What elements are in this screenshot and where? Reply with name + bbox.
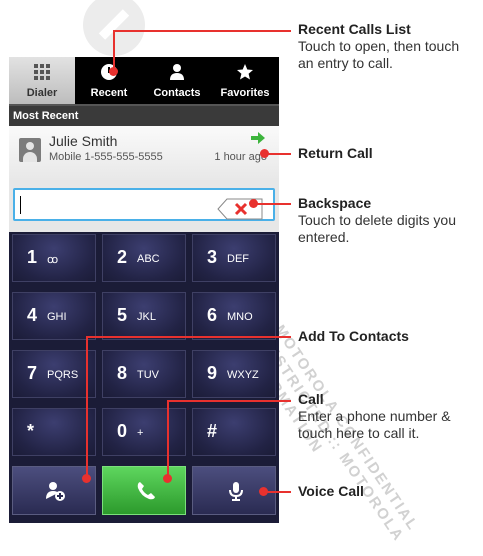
key-hash[interactable]: # [192, 408, 276, 456]
callout-dot-voice [259, 487, 268, 496]
voicemail-icon: ꝏ [47, 254, 59, 266]
contact-name: Julie Smith [49, 133, 118, 149]
callout-dot-call [163, 474, 172, 483]
tab-label: Favorites [220, 87, 270, 99]
action-bar [9, 466, 279, 523]
star-icon [211, 63, 279, 85]
tab-label: Dialer [26, 87, 58, 99]
key-9[interactable]: 9 WXYZ [192, 350, 276, 398]
callout-return-call: Return Call [298, 145, 373, 161]
callout-voice-call: Voice Call [298, 483, 364, 499]
outgoing-call-arrow-icon [251, 131, 265, 149]
callout-add-to-contacts: Add To Contacts [298, 328, 409, 344]
key-5[interactable]: 5 JKL [102, 292, 186, 340]
callout-backspace: Backspace Touch to delete digits you ent… [298, 195, 456, 245]
phone-icon [137, 482, 155, 500]
callout-line-call [167, 400, 169, 478]
callout-line-backspace [253, 203, 291, 205]
callout-line-add-contacts [86, 336, 88, 478]
tab-bar: Dialer Recent Contacts Favorites [9, 57, 279, 106]
callout-dot-return [260, 149, 269, 158]
contact-number: Mobile 1-555-555-5555 [49, 151, 163, 163]
avatar [19, 138, 41, 162]
keypad: 1 ꝏ 2 ABC 3 DEF 4 GHI 5 JKL 6 MNO 7 PQRS… [9, 232, 279, 466]
tab-favorites[interactable]: Favorites [211, 57, 279, 104]
key-8[interactable]: 8 TUV [102, 350, 186, 398]
person-icon [143, 63, 211, 85]
key-2[interactable]: 2 ABC [102, 234, 186, 282]
key-6[interactable]: 6 MNO [192, 292, 276, 340]
phone-screen: Dialer Recent Contacts Favorites Most Re… [9, 57, 279, 523]
callout-line-add-contacts [86, 336, 291, 338]
callout-line-recent [113, 30, 115, 71]
key-4[interactable]: 4 GHI [12, 292, 96, 340]
add-contact-icon [46, 482, 65, 501]
key-7[interactable]: 7 PQRS [12, 350, 96, 398]
callout-call: Call Enter a phone number & touch here t… [298, 391, 451, 441]
section-header: Most Recent [9, 106, 279, 126]
microphone-icon [229, 482, 243, 501]
number-input-row [9, 180, 279, 232]
tab-recent[interactable]: Recent [75, 57, 143, 104]
callout-dot-backspace [249, 199, 258, 208]
callout-dot-add-contacts [82, 474, 91, 483]
digits-input[interactable] [13, 188, 275, 221]
callout-line-recent [113, 30, 291, 32]
recent-call-entry[interactable]: Julie Smith Mobile 1-555-555-5555 1 hour… [9, 126, 279, 180]
tab-label: Contacts [153, 87, 201, 99]
tab-dialer[interactable]: Dialer [9, 57, 75, 104]
tab-contacts[interactable]: Contacts [143, 57, 211, 104]
text-caret [20, 196, 21, 214]
key-0[interactable]: 0 + [102, 408, 186, 456]
key-star[interactable]: * [12, 408, 96, 456]
add-to-contacts-button[interactable] [12, 466, 96, 515]
tab-label: Recent [90, 87, 128, 99]
grid-icon [9, 63, 75, 85]
callout-dot-recent [109, 67, 118, 76]
call-button[interactable] [102, 466, 186, 515]
callout-recent-calls: Recent Calls List Touch to open, then to… [298, 21, 460, 71]
key-1[interactable]: 1 ꝏ [12, 234, 96, 282]
key-3[interactable]: 3 DEF [192, 234, 276, 282]
callout-line-call [167, 400, 291, 402]
